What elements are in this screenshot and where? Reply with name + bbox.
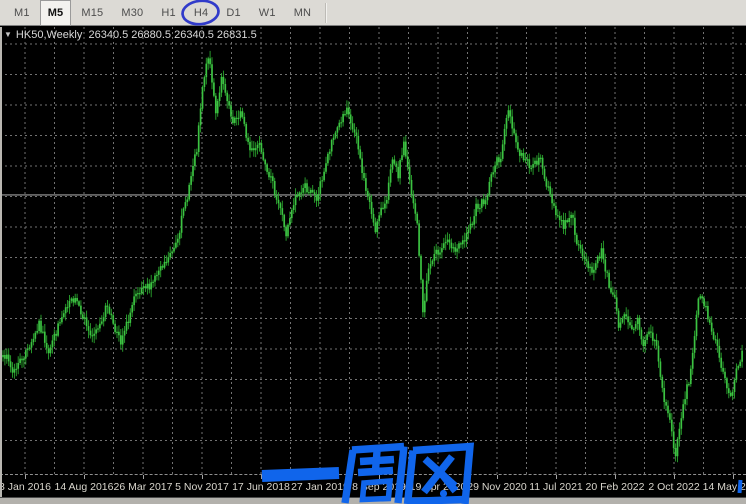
axis-label: 3 Jan 2016 [0,481,51,493]
window-bottom-edge [0,497,746,504]
window-left-edge [0,27,2,504]
axis-tick [497,475,498,479]
axis-tick [261,475,262,479]
axis-label: 2 Oct 2022 [648,481,699,493]
timeframe-toolbar: M1M5M15M30H1H4D1W1MN [0,0,746,26]
toolbar-separator [325,3,327,23]
axis-label: 14 Aug 2016 [55,481,114,493]
axis-tick [84,475,85,479]
axis-label: 29 Nov 2020 [467,481,527,493]
axis-tick [320,475,321,479]
axis-label: 19 Apr 2020 [410,481,467,493]
axis-tick [438,475,439,479]
axis-tick [556,475,557,479]
axis-label: 26 Mar 2017 [114,481,173,493]
quote-text: HK50,Weekly 26340.5 26880.5 26340.5 2683… [16,29,257,41]
axis-tick [143,475,144,479]
timeframe-button-m15[interactable]: M15 [73,1,111,25]
axis-tick [733,475,734,479]
axis-label: 27 Jan 2019 [291,481,349,493]
timeframe-button-mn[interactable]: MN [286,1,320,25]
axis-separator [0,474,746,475]
time-axis[interactable]: 3 Jan 2016 14 Aug 201626 Mar 20175 Nov 20… [0,474,746,497]
axis-label: 8 Sep 2019 [352,481,406,493]
timeframe-button-d1[interactable]: D1 [218,1,248,25]
timeframe-button-m30[interactable]: M30 [113,1,151,25]
axis-tick [202,475,203,479]
timeframe-button-m5[interactable]: M5 [40,0,72,26]
timeframe-button-h1[interactable]: H1 [153,1,183,25]
axis-label: 11 Jul 2021 [529,481,583,493]
axis-tick [379,475,380,479]
timeframe-button-m1[interactable]: M1 [6,1,38,25]
axis-label: 20 Feb 2022 [586,481,645,493]
axis-tick [25,475,26,479]
timeframe-button-w1[interactable]: W1 [251,1,284,25]
axis-label: 14 May 2023 [703,481,746,493]
collapse-triangle-icon: ▼ [4,30,12,39]
candlestick-chart[interactable] [0,27,746,474]
quote-line: ▼ HK50,Weekly 26340.5 26880.5 26340.5 26… [4,29,257,41]
grid-lines [0,27,746,474]
chart-area[interactable] [0,27,746,474]
mt4-window: M1M5M15M30H1H4D1W1MN ▼ HK50,Weekly 26340… [0,0,746,504]
axis-tick [674,475,675,479]
axis-tick [615,475,616,479]
axis-label: 5 Nov 2017 [175,481,229,493]
axis-label: 17 Jun 2018 [232,481,290,493]
timeframe-button-h4[interactable]: H4 [186,1,216,25]
